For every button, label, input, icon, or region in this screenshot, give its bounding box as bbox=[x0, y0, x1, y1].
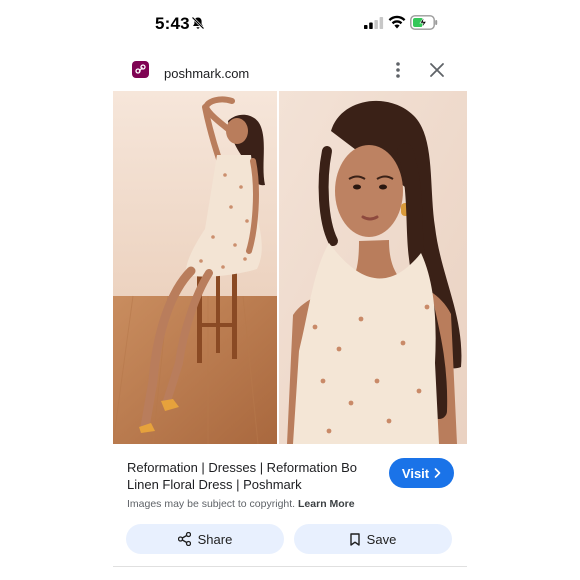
chevron-right-icon bbox=[434, 468, 441, 478]
status-bar: 5:43 bbox=[0, 0, 580, 46]
share-icon bbox=[177, 532, 191, 546]
learn-more-link[interactable]: Learn More bbox=[298, 498, 355, 510]
product-photo-seated bbox=[113, 91, 277, 444]
share-button[interactable]: Share bbox=[126, 524, 284, 554]
result-image[interactable] bbox=[113, 91, 467, 444]
status-time: 5:43 bbox=[155, 14, 190, 33]
result-title[interactable]: Reformation | Dresses | Reformation Bo L… bbox=[127, 459, 377, 493]
divider bbox=[113, 566, 467, 567]
more-vert-icon[interactable] bbox=[392, 61, 404, 79]
battery-charging-icon bbox=[410, 15, 438, 30]
cellular-signal-icon bbox=[364, 17, 384, 29]
copyright-text: Images may be subject to copyright. bbox=[127, 498, 296, 510]
bookmark-icon bbox=[349, 532, 360, 546]
save-button[interactable]: Save bbox=[294, 524, 452, 554]
site-name[interactable]: poshmark.com bbox=[164, 66, 249, 81]
close-icon[interactable] bbox=[429, 62, 445, 78]
bell-slash-icon bbox=[191, 16, 205, 30]
save-label: Save bbox=[366, 531, 397, 547]
poshmark-logo-icon[interactable] bbox=[132, 61, 149, 78]
wifi-icon bbox=[388, 15, 406, 29]
visit-button-label: Visit bbox=[401, 465, 430, 481]
product-photo-closeup bbox=[279, 91, 467, 444]
visit-button[interactable]: Visit bbox=[389, 458, 454, 488]
result-header: poshmark.com bbox=[113, 55, 467, 89]
share-label: Share bbox=[197, 531, 233, 547]
copyright-notice: Images may be subject to copyright. Lear… bbox=[127, 498, 355, 510]
